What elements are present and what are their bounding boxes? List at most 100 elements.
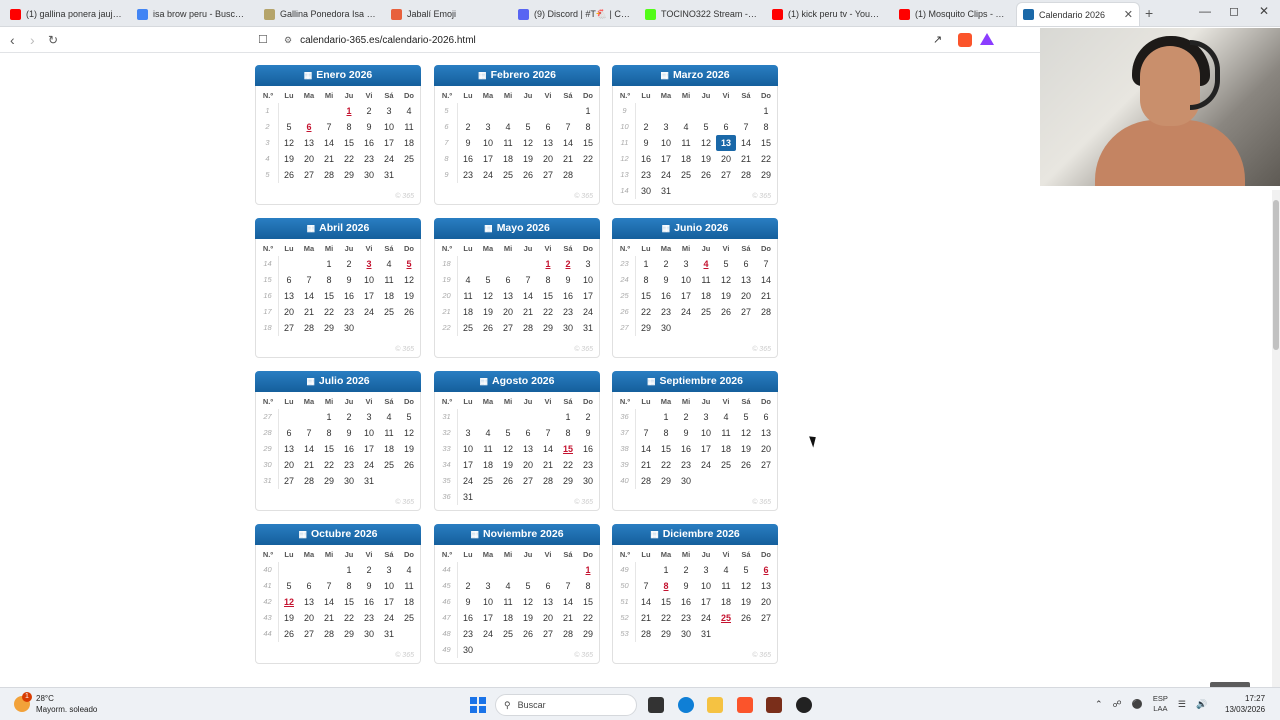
day-cell[interactable]: 29 [756, 167, 776, 183]
close-tab-icon[interactable]: ✕ [1124, 8, 1133, 21]
day-cell[interactable]: 18 [399, 135, 419, 151]
day-cell[interactable]: 2 [676, 409, 696, 425]
day-cell[interactable]: 24 [578, 304, 598, 320]
day-cell[interactable]: 26 [498, 473, 518, 489]
day-cell[interactable]: 10 [359, 425, 379, 441]
day-cell[interactable]: 29 [558, 473, 578, 489]
day-cell[interactable]: 25 [379, 457, 399, 473]
day-cell[interactable]: 17 [478, 610, 498, 626]
day-cell[interactable]: 17 [578, 288, 598, 304]
day-cell[interactable]: 26 [696, 167, 716, 183]
month-header[interactable]: ▦ Septiembre 2026 [612, 371, 778, 392]
day-cell[interactable]: 20 [518, 457, 538, 473]
day-cell[interactable]: 13 [736, 272, 756, 288]
day-cell[interactable]: 9 [458, 594, 478, 610]
day-cell[interactable]: 7 [636, 425, 656, 441]
day-cell[interactable]: 12 [736, 425, 756, 441]
day-cell[interactable]: 5 [716, 256, 736, 272]
day-cell[interactable]: 29 [636, 320, 656, 336]
day-cell[interactable]: 26 [399, 457, 419, 473]
day-cell[interactable]: 20 [716, 151, 736, 167]
day-cell[interactable]: 30 [656, 320, 676, 336]
day-cell[interactable]: 22 [636, 304, 656, 320]
day-cell[interactable]: 18 [716, 594, 736, 610]
day-cell[interactable]: 13 [498, 288, 518, 304]
day-cell[interactable]: 12 [696, 135, 716, 151]
day-cell[interactable]: 1 [339, 562, 359, 578]
day-cell[interactable]: 9 [339, 425, 359, 441]
day-cell[interactable]: 29 [339, 167, 359, 183]
day-cell[interactable]: 25 [716, 457, 736, 473]
day-cell[interactable]: 4 [399, 562, 419, 578]
share-icon[interactable]: ↗ [933, 33, 947, 47]
day-cell[interactable]: 2 [359, 103, 379, 119]
day-cell[interactable]: 8 [339, 578, 359, 594]
day-cell[interactable]: 23 [558, 304, 578, 320]
day-cell[interactable]: 11 [458, 288, 478, 304]
day-cell[interactable]: 22 [756, 151, 776, 167]
day-cell[interactable]: 5 [736, 409, 756, 425]
day-cell[interactable]: 21 [636, 610, 656, 626]
day-cell[interactable]: 4 [498, 578, 518, 594]
day-cell[interactable]: 24 [379, 610, 399, 626]
day-cell[interactable]: 20 [756, 594, 776, 610]
day-cell[interactable]: 27 [538, 167, 558, 183]
day-cell[interactable]: 27 [299, 167, 319, 183]
day-cell[interactable]: 19 [279, 610, 299, 626]
day-cell[interactable]: 30 [578, 473, 598, 489]
day-cell[interactable]: 16 [558, 288, 578, 304]
day-cell[interactable]: 26 [279, 167, 299, 183]
day-cell[interactable]: 15 [656, 594, 676, 610]
day-cell[interactable]: 15 [636, 288, 656, 304]
forward-icon[interactable]: › [30, 32, 35, 48]
day-cell[interactable]: 5 [399, 409, 419, 425]
day-cell[interactable]: 8 [319, 425, 339, 441]
day-cell[interactable]: 14 [756, 272, 776, 288]
tab-0[interactable]: (1) gallina ponera jauja - Y [4, 2, 128, 26]
day-cell[interactable]: 3 [676, 256, 696, 272]
day-cell[interactable]: 9 [656, 272, 676, 288]
day-cell[interactable]: 7 [636, 578, 656, 594]
day-cell[interactable]: 16 [458, 151, 478, 167]
day-cell[interactable]: 29 [578, 626, 598, 642]
day-cell[interactable]: 1 [558, 409, 578, 425]
day-cell[interactable]: 7 [538, 425, 558, 441]
minimize-icon[interactable]: — [1199, 4, 1211, 18]
bookmark-icon[interactable]: ☐ [258, 33, 268, 46]
day-cell[interactable]: 14 [636, 441, 656, 457]
day-cell[interactable]: 30 [359, 167, 379, 183]
day-cell[interactable]: 9 [558, 272, 578, 288]
day-cell[interactable]: 2 [339, 409, 359, 425]
day-cell[interactable]: 16 [458, 610, 478, 626]
day-cell[interactable]: 20 [538, 151, 558, 167]
day-cell[interactable]: 17 [379, 135, 399, 151]
day-cell[interactable]: 15 [319, 288, 339, 304]
tab-5[interactable]: TOCINO322 Stream - Wat [639, 2, 763, 26]
day-cell[interactable]: 18 [379, 441, 399, 457]
day-cell[interactable]: 3 [379, 562, 399, 578]
day-cell[interactable]: 10 [379, 578, 399, 594]
day-cell[interactable]: 28 [319, 626, 339, 642]
day-cell[interactable]: 17 [656, 151, 676, 167]
day-cell[interactable]: 5 [279, 119, 299, 135]
day-cell[interactable]: 27 [756, 610, 776, 626]
day-cell[interactable]: 25 [478, 473, 498, 489]
day-cell[interactable]: 23 [676, 610, 696, 626]
day-cell[interactable]: 11 [399, 119, 419, 135]
day-cell[interactable]: 10 [478, 135, 498, 151]
day-cell[interactable]: 2 [558, 256, 578, 272]
day-cell[interactable]: 27 [538, 626, 558, 642]
day-cell[interactable]: 7 [319, 119, 339, 135]
day-cell[interactable]: 17 [458, 457, 478, 473]
day-cell[interactable]: 10 [478, 594, 498, 610]
new-tab-button[interactable]: + [1145, 5, 1153, 21]
day-cell[interactable]: 15 [578, 594, 598, 610]
day-cell[interactable]: 23 [339, 457, 359, 473]
day-cell[interactable]: 21 [636, 457, 656, 473]
taskbar-search[interactable]: ⚲ Buscar [495, 694, 637, 716]
day-cell[interactable]: 5 [518, 119, 538, 135]
brave-rewards-icon[interactable] [980, 33, 994, 45]
day-cell[interactable]: 10 [656, 135, 676, 151]
day-cell[interactable]: 16 [676, 594, 696, 610]
day-cell[interactable]: 26 [736, 610, 756, 626]
